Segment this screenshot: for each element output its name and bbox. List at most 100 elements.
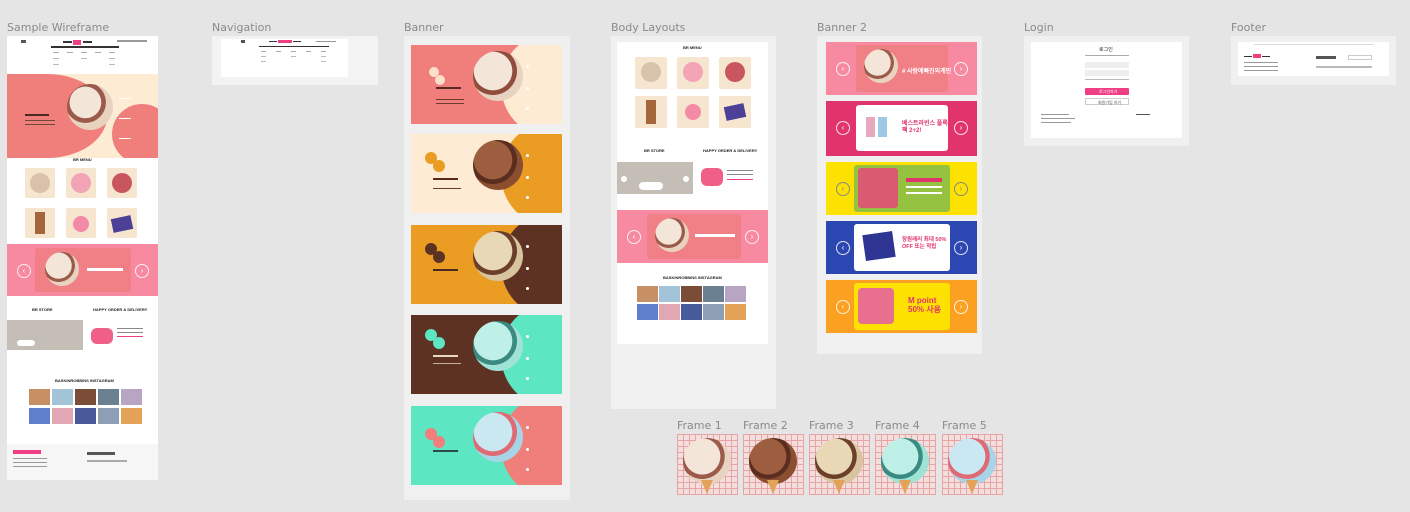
banner-side-dot[interactable] [526,426,529,429]
signup-button[interactable]: 회원가입 하기 [1085,98,1129,105]
banner2-magenta[interactable]: 베스트라빈스 플록팩 2+2! ‹ › [826,101,977,156]
frame-label-sample-wireframe[interactable]: Sample Wireframe [7,21,109,34]
banner2-pink[interactable]: # 사랑에빠진외계인 ‹ › [826,42,977,95]
instagram-photo[interactable] [75,408,96,424]
frame-label-login[interactable]: Login [1024,21,1054,34]
chevron-right-icon[interactable]: › [954,241,968,255]
banner2-yellow[interactable]: ‹ › [826,162,977,215]
instagram-photo[interactable] [637,304,658,320]
banner-side-dot[interactable] [526,357,529,360]
instagram-photo[interactable] [75,389,96,405]
banner-side-dot[interactable] [526,87,529,90]
sample-promo-banner[interactable]: ‹ › [7,244,158,296]
frame-label-frame-4[interactable]: Frame 4 [875,419,920,432]
instagram-photo[interactable] [703,304,724,320]
banner-orange[interactable] [411,225,562,304]
chevron-left-icon[interactable]: ‹ [836,121,850,135]
instagram-photo[interactable] [681,286,702,302]
instagram-photo[interactable] [52,389,73,405]
store-search-button[interactable] [639,182,663,190]
banner-frame[interactable] [404,36,570,500]
instagram-photo[interactable] [29,408,50,424]
chevron-left-icon[interactable]: ‹ [836,182,850,196]
frame-label-banner-2[interactable]: Banner 2 [817,21,867,34]
body-promo-banner[interactable]: ‹ › [617,210,768,263]
banner2-frame[interactable]: # 사랑에빠진외계인 ‹ › 베스트라빈스 플록팩 2+2! ‹ › ‹ › 장… [817,36,982,354]
sample-wireframe-frame[interactable]: BR MENU ‹ › BR STORE HAPPY ORDER & DELIV… [7,36,158,480]
banner-brown[interactable] [411,315,562,394]
login-frame[interactable]: 로그인 로그인하기 회원가입 하기 [1024,36,1189,146]
instagram-photo[interactable] [121,389,142,405]
instagram-photo[interactable] [29,389,50,405]
login-button[interactable]: 로그인하기 [1085,88,1129,95]
frame-1-scoop[interactable] [677,434,738,495]
banner-mint[interactable] [411,406,562,485]
instagram-photo[interactable] [725,286,746,302]
frame-label-frame-5[interactable]: Frame 5 [942,419,987,432]
social-icons[interactable] [87,452,115,455]
instagram-photo[interactable] [52,408,73,424]
chevron-left-icon[interactable]: ‹ [836,300,850,314]
instagram-photo[interactable] [98,389,119,405]
chevron-right-icon[interactable]: › [954,121,968,135]
chevron-right-icon[interactable]: › [954,182,968,196]
frame-label-banner[interactable]: Banner [404,21,444,34]
banner-side-dot[interactable] [526,176,529,179]
store-finder-panel[interactable] [617,162,693,194]
banner2-blue[interactable]: 장원래리 최대 50% OFF 또는 적립 ‹ › [826,221,977,274]
navigation-frame[interactable] [212,36,378,85]
chevron-right-icon[interactable]: › [954,300,968,314]
banner-side-dot[interactable] [526,335,529,338]
chevron-left-icon[interactable] [621,176,627,182]
delivery-link[interactable] [117,336,143,337]
banner-side-dot[interactable] [526,107,529,110]
chevron-left-icon[interactable]: ‹ [17,264,31,278]
chevron-right-icon[interactable]: › [135,264,149,278]
banner-side-dot[interactable] [526,377,529,380]
frame-label-body-layouts[interactable]: Body Layouts [611,21,685,34]
instagram-photo[interactable] [121,408,142,424]
frame-2-scoop[interactable] [743,434,804,495]
instagram-photo[interactable] [659,286,680,302]
banner-side-dot[interactable] [526,154,529,157]
banner-side-dot[interactable] [526,267,529,270]
chevron-right-icon[interactable]: › [954,62,968,76]
frame-3-scoop[interactable] [809,434,870,495]
banner-side-dot[interactable] [526,448,529,451]
instagram-photo[interactable] [98,408,119,424]
footer-frame[interactable] [1231,36,1396,85]
chevron-left-icon[interactable]: ‹ [836,241,850,255]
banner-side-dot[interactable] [526,287,529,290]
frame-4-scoop[interactable] [875,434,936,495]
password-field[interactable] [1085,70,1129,76]
frame-label-frame-3[interactable]: Frame 3 [809,419,854,432]
delivery-link[interactable] [727,179,753,180]
id-field[interactable] [1085,62,1129,68]
store-search-button[interactable] [17,340,35,346]
chevron-left-icon[interactable]: ‹ [627,230,641,244]
banner-side-dot[interactable] [526,65,529,68]
banner-side-dot[interactable] [526,468,529,471]
banner-side-dot[interactable] [526,196,529,199]
social-icons[interactable] [1316,56,1336,59]
sample-hero-banner[interactable] [7,74,158,158]
banner2-amber[interactable]: M point 50% 사용 ‹ › [826,280,977,333]
chevron-right-icon[interactable]: › [745,230,759,244]
banner-cream[interactable] [411,134,562,213]
instagram-photo[interactable] [681,304,702,320]
body-layouts-frame[interactable]: BR MENU BR STORE HAPPY ORDER & DELIVERY … [611,36,776,409]
banner-coral[interactable] [411,45,562,124]
instagram-photo[interactable] [725,304,746,320]
instagram-photo[interactable] [659,304,680,320]
frame-label-frame-1[interactable]: Frame 1 [677,419,722,432]
store-finder-panel[interactable] [7,320,83,350]
frame-label-footer[interactable]: Footer [1231,21,1266,34]
frame-label-frame-2[interactable]: Frame 2 [743,419,788,432]
frame-label-navigation[interactable]: Navigation [212,21,271,34]
chevron-right-icon[interactable] [683,176,689,182]
family-site-select[interactable] [1348,55,1372,60]
chevron-left-icon[interactable]: ‹ [836,62,850,76]
instagram-photo[interactable] [703,286,724,302]
find-id-password-link[interactable] [1085,79,1129,80]
frame-5-scoop[interactable] [942,434,1003,495]
